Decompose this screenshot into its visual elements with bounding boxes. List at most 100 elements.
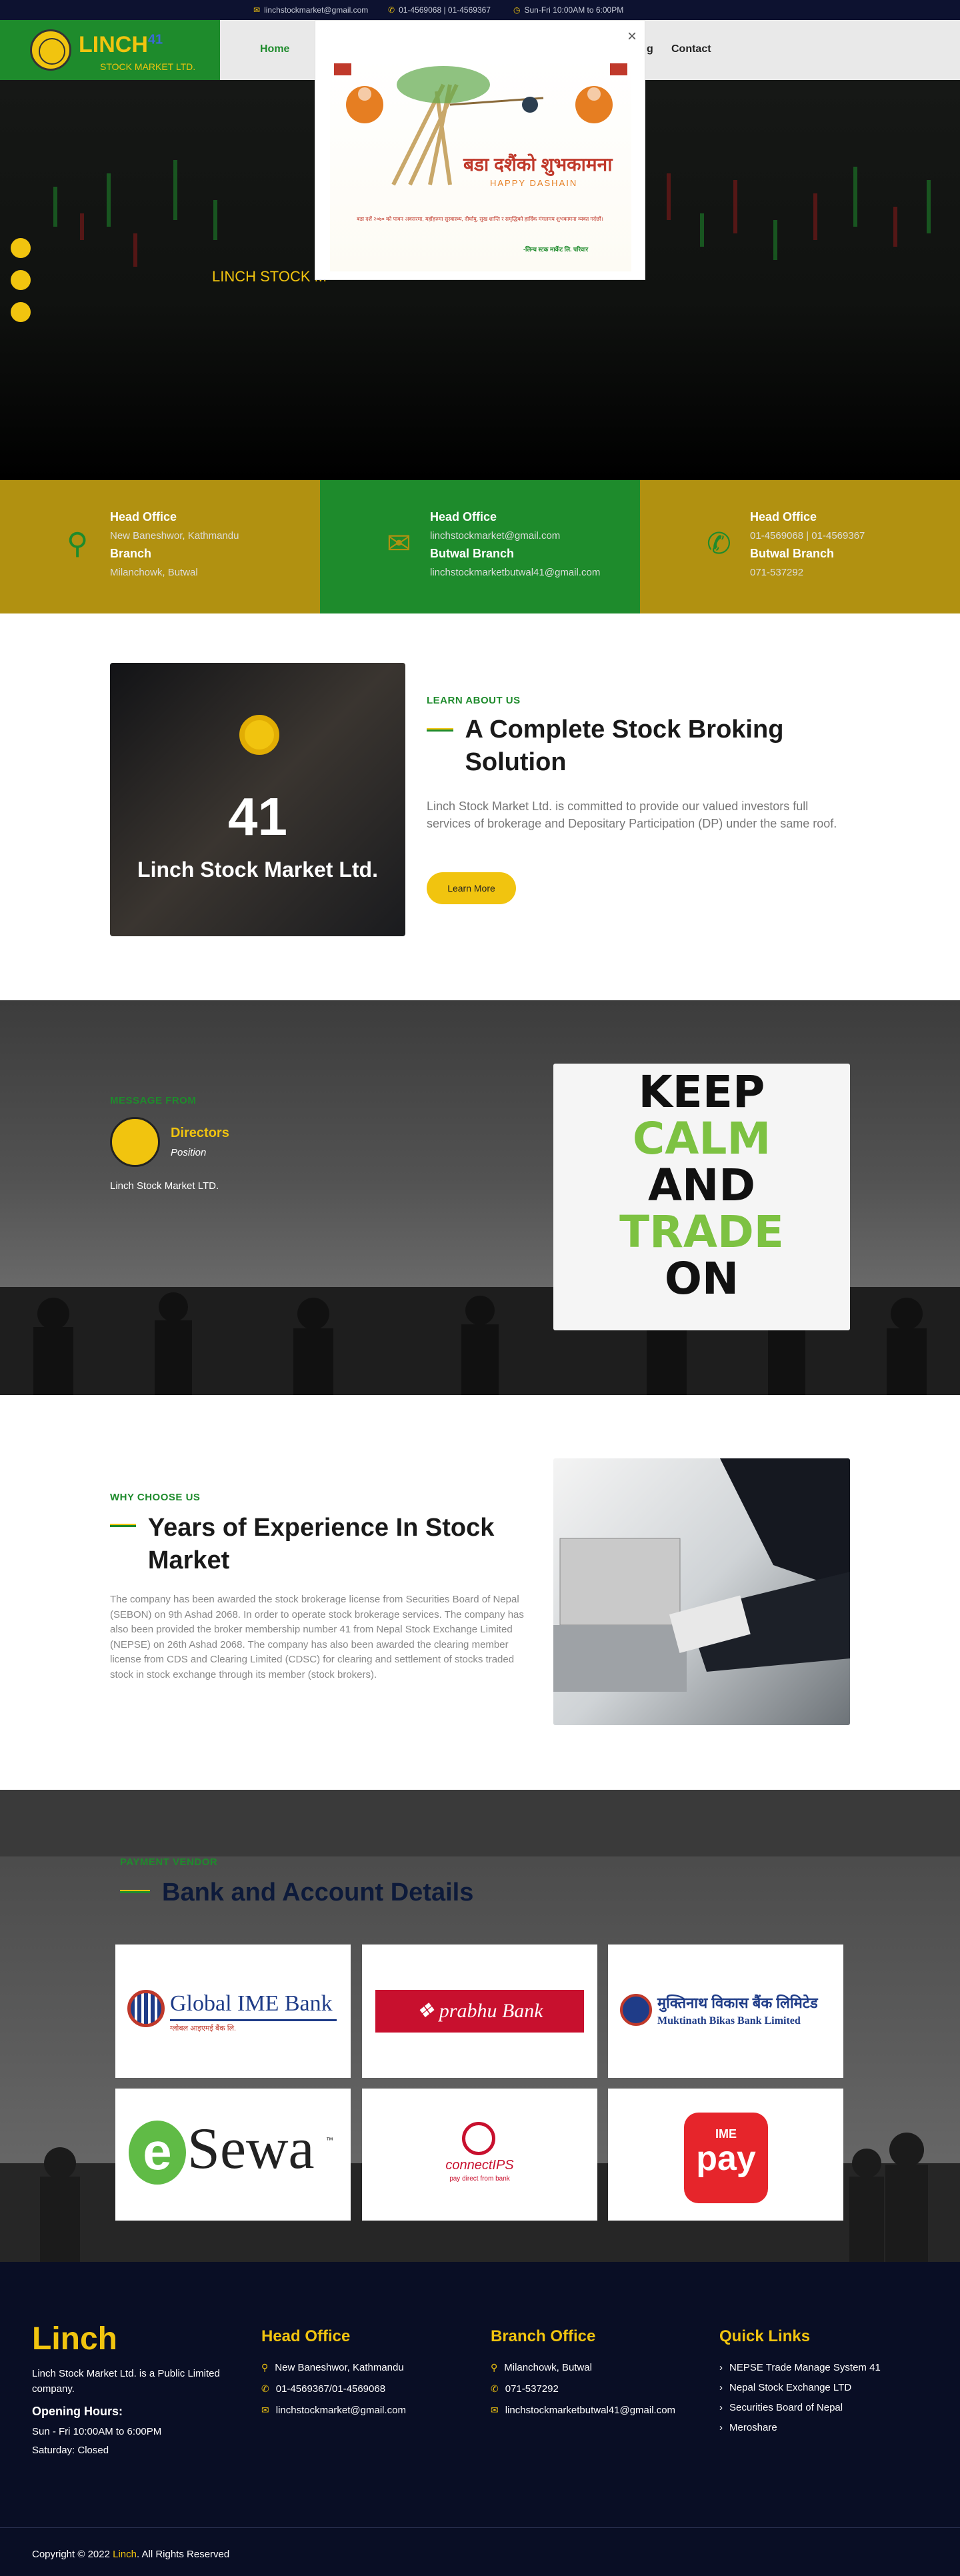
bank-tile-esewa[interactable]: e Sewa ™ <box>115 2089 351 2221</box>
heading-accent-bar <box>427 728 453 732</box>
chevron-right-icon: › <box>719 2382 723 2393</box>
copyright: Copyright © 2022 Linch. All Rights Reser… <box>32 2549 230 2560</box>
hero-title: LINCH STOCK M <box>212 268 327 285</box>
phone-icon: ✆ <box>261 2383 269 2394</box>
award-medal-icon <box>239 715 279 755</box>
clock-icon: ◷ <box>513 5 521 15</box>
about-heading: A Complete Stock Broking Solution <box>465 716 784 777</box>
envelope-open-icon: ✉ <box>387 527 411 560</box>
nav-partial-item[interactable]: g <box>647 43 653 55</box>
why-body: The company has been awarded the stock b… <box>110 1594 524 1680</box>
message-section: MESSAGE FROM Directors Position Linch St… <box>0 1000 960 1395</box>
brand-number: 41 <box>147 32 163 47</box>
muktinath-logo-icon <box>620 1994 652 2026</box>
footer-link-nepse[interactable]: › Nepal Stock Exchange LTD <box>719 2382 851 2393</box>
map-marker-icon: ⚲ <box>261 2362 269 2373</box>
director-name: Directors <box>171 1126 229 1140</box>
footer-head-office-title: Head Office <box>261 2327 351 2345</box>
why-kicker: WHY CHOOSE US <box>110 1492 201 1503</box>
bank-tile-prabhu[interactable]: ❖ prabhu Bank <box>362 1945 597 2078</box>
contact-email-card: ✉ Head Office linchstockmarket@gmail.com… <box>320 480 640 613</box>
slider-dot-1[interactable] <box>11 238 31 258</box>
bank-tile-imepay[interactable]: IME pay <box>608 2089 843 2221</box>
envelope-icon: ✉ <box>261 2405 269 2415</box>
footer-head-email[interactable]: ✉ linchstockmarket@gmail.com <box>261 2405 406 2416</box>
footer-head-phone[interactable]: ✆ 01-4569367/01-4569068 <box>261 2383 385 2395</box>
heading-accent-bar <box>120 1890 150 1893</box>
site-footer: Linch Linch Stock Market Ltd. is a Publi… <box>0 2262 960 2576</box>
banks-kicker: PAYMENT VENDOR <box>120 1856 218 1868</box>
about-body: Linch Stock Market Ltd. is committed to … <box>427 800 837 831</box>
why-choose-section: WHY CHOOSE US Years of Experience In Sto… <box>0 1395 960 1790</box>
greeting-message: बडा दशैं २०७० को पावन अवसरमा, यहाँहरुमा … <box>357 216 603 222</box>
connectips-logo-icon <box>462 2122 495 2155</box>
nav-home[interactable]: Home <box>260 43 289 55</box>
prabhu-logo-icon: ❖ <box>416 2000 439 2022</box>
global-ime-logo-icon <box>127 1990 165 2027</box>
brand-tagline: STOCK MARKET LTD. <box>100 61 196 72</box>
map-marker-icon: ⚲ <box>67 527 89 560</box>
butwal-email-link[interactable]: linchstockmarketbutwal41@gmail.com <box>430 567 600 578</box>
bank-details-section: PAYMENT VENDOR Bank and Account Details … <box>0 1790 960 2262</box>
nav-contact[interactable]: Contact <box>671 43 711 55</box>
contact-phone-card: ✆ Head Office 01-4569068 | 01-4569367 Bu… <box>640 480 960 613</box>
footer-about: Linch Stock Market Ltd. is a Public Limi… <box>32 2368 220 2395</box>
slider-dot-2[interactable] <box>11 270 31 290</box>
footer-link-nepse-tms[interactable]: › NEPSE Trade Manage System 41 <box>719 2362 881 2373</box>
topbar-email[interactable]: ✉ linchstockmarket@gmail.com <box>253 5 368 15</box>
imepay-logo-icon: IME pay <box>684 2113 768 2203</box>
footer-links-title: Quick Links <box>719 2327 811 2345</box>
greeting-nepali: बडा दशैंको शुभकामना <box>463 154 613 175</box>
map-marker-icon: ⚲ <box>491 2362 498 2373</box>
chevron-right-icon: › <box>719 2422 723 2433</box>
footer-link-meroshare[interactable]: › Meroshare <box>719 2422 777 2433</box>
about-image-card: 41 Linch Stock Market Ltd. <box>110 663 405 936</box>
esewa-logo-icon: e <box>129 2121 186 2185</box>
topbar-hours: ◷ Sun-Fri 10:00AM to 6:00PM <box>513 5 624 15</box>
bank-tile-connectips[interactable]: connectIPS pay direct from bank <box>362 2089 597 2221</box>
footer-branch-title: Branch Office <box>491 2327 596 2345</box>
about-kicker: LEARN ABOUT US <box>427 695 521 706</box>
phone-icon: ✆ <box>388 5 395 15</box>
greeting-english: HAPPY DASHAIN <box>490 178 578 188</box>
why-heading: Years of Experience In Stock Market <box>147 1514 495 1575</box>
phone-icon: ✆ <box>491 2383 499 2394</box>
bank-tile-global-ime[interactable]: Global IME Bank ग्लोबल आइएमई बैंक लि. <box>115 1945 351 2078</box>
message-company: Linch Stock Market LTD. <box>110 1180 219 1192</box>
greeting-signature: -लिन्च स्टक मार्केट लि. परिवार <box>523 246 589 253</box>
card-company-name: Linch Stock Market Ltd. <box>137 858 378 882</box>
footer-branch-email[interactable]: ✉ linchstockmarketbutwal41@gmail.com <box>491 2405 675 2416</box>
heading-accent-bar <box>110 1524 136 1527</box>
director-avatar <box>110 1117 160 1167</box>
topbar-phone[interactable]: ✆ 01-4569068 | 01-4569367 <box>388 5 491 15</box>
footer-link-sebon[interactable]: › Securities Board of Nepal <box>719 2402 843 2413</box>
phone-icon: ✆ <box>707 527 731 560</box>
keep-calm-poster: KEEP CALM AND TRADE ON <box>553 1064 850 1330</box>
top-info-bar: ✉ linchstockmarket@gmail.com ✆ 01-4569068 … <box>0 0 960 20</box>
chevron-right-icon: › <box>719 2402 723 2413</box>
about-section: 41 Linch Stock Market Ltd. LEARN ABOUT U… <box>0 613 960 1000</box>
dashain-greeting-image: बडा दशैंको शुभकामना HAPPY DASHAIN बडा दश… <box>330 58 631 271</box>
dashain-popup: × बडा दशैंको शुभकामना HAPPY DASHAIN बडा … <box>315 20 645 280</box>
logo-emblem-icon <box>30 29 71 71</box>
email-link[interactable]: linchstockmarket@gmail.com <box>430 530 560 541</box>
contact-address-card: ⚲ Head Office New Baneshwor, Kathmandu B… <box>0 480 320 613</box>
copyright-brand-link[interactable]: Linch <box>113 2549 137 2560</box>
footer-divider <box>0 2527 960 2528</box>
footer-branch-phone[interactable]: ✆ 071-537292 <box>491 2383 559 2395</box>
bank-tile-muktinath[interactable]: मुक्तिनाथ विकास बैंक लिमिटेड Muktinath B… <box>608 1945 843 2078</box>
business-meeting-image <box>553 1458 850 1725</box>
envelope-icon: ✉ <box>491 2405 499 2415</box>
director-position: Position <box>171 1147 207 1158</box>
close-icon[interactable]: × <box>627 27 637 46</box>
banks-heading: Bank and Account Details <box>162 1878 474 1906</box>
message-kicker: MESSAGE FROM <box>110 1095 197 1106</box>
learn-more-button[interactable]: Learn More <box>427 872 516 904</box>
chevron-right-icon: › <box>719 2362 723 2373</box>
opening-hours-title: Opening Hours: <box>32 2405 123 2418</box>
envelope-icon: ✉ <box>253 5 261 15</box>
site-logo[interactable]: LINCH41 STOCK MARKET LTD. <box>0 20 220 80</box>
contact-info-band: ⚲ Head Office New Baneshwor, Kathmandu B… <box>0 480 960 613</box>
slider-dot-3[interactable] <box>11 302 31 322</box>
broker-number: 41 <box>228 787 287 846</box>
